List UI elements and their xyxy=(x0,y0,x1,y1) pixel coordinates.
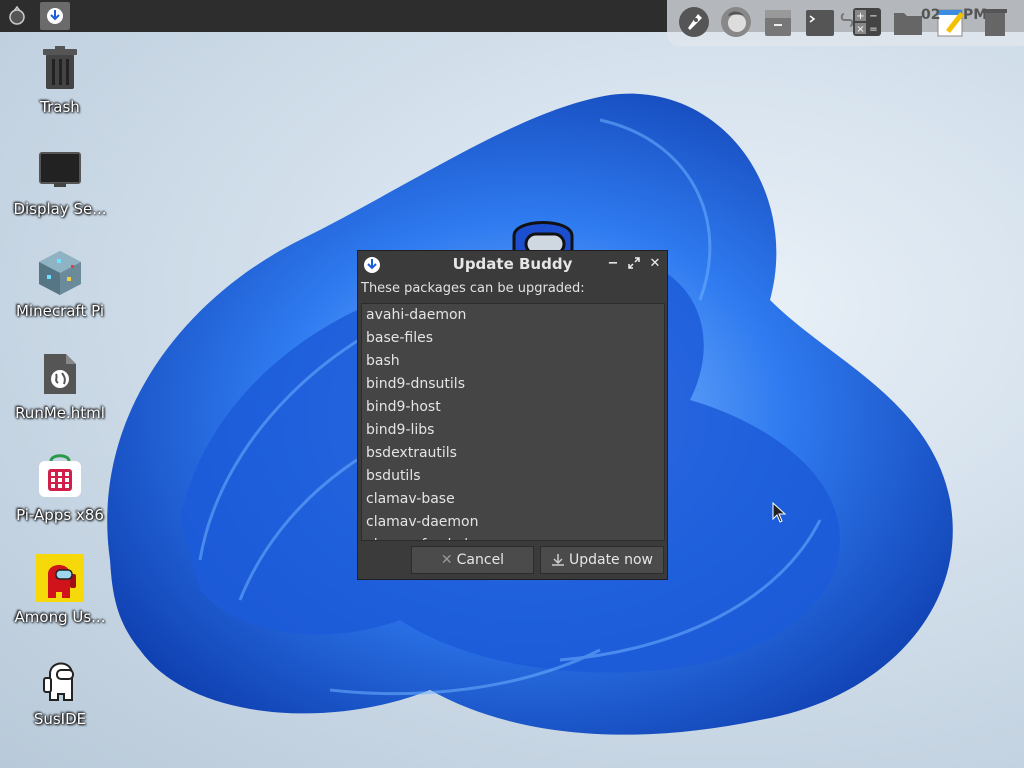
desktop-icon-label: Trash xyxy=(40,98,80,116)
dock-item-archive[interactable] xyxy=(760,4,796,40)
maximize-icon xyxy=(628,257,640,269)
folder-icon xyxy=(894,13,922,35)
dock-item-browser[interactable] xyxy=(718,4,754,40)
svg-text:=: = xyxy=(869,24,877,35)
firefox-icon xyxy=(721,7,751,37)
raspberry-menu-icon xyxy=(9,6,25,25)
desktop-icon-label: SusIDE xyxy=(33,710,87,728)
list-item[interactable]: bind9-host xyxy=(362,396,664,419)
dock: + − × = 02 PM xyxy=(667,0,1024,46)
dialog-prompt: These packages can be upgraded: xyxy=(361,281,585,296)
file-cabinet-icon xyxy=(765,10,791,36)
list-item[interactable]: bsdutils xyxy=(362,465,664,488)
dialog-titlebar[interactable]: Update Buddy − ✕ xyxy=(358,251,667,278)
list-item[interactable]: clamav-daemon xyxy=(362,511,664,534)
update-now-button[interactable]: Update now xyxy=(540,546,664,574)
dock-item-calculator[interactable]: + − × = xyxy=(851,4,883,40)
monitor-icon xyxy=(36,146,84,194)
update-now-label: Update now xyxy=(568,552,654,568)
desktop-icon-minecraft-pi[interactable]: Minecraft Pi xyxy=(4,248,116,320)
list-item[interactable]: bind9-libs xyxy=(362,419,664,442)
desktop-icon-trash[interactable]: Trash xyxy=(4,44,116,116)
pi-apps-icon xyxy=(36,452,84,500)
desktop-icon-label: Pi-Apps x86 xyxy=(16,506,104,524)
taskbar-update-buddy[interactable] xyxy=(40,2,70,30)
text-editor-icon xyxy=(937,9,964,37)
dock-item-launcher[interactable] xyxy=(676,4,712,40)
terminal-icon xyxy=(806,10,834,36)
rocket-icon xyxy=(679,7,709,37)
close-button[interactable]: ✕ xyxy=(648,257,662,271)
list-item[interactable]: bsdextrautils xyxy=(362,442,664,465)
minimize-button[interactable]: − xyxy=(606,257,620,271)
trash-icon xyxy=(983,9,1007,36)
cancel-button[interactable]: ✕ Cancel xyxy=(411,546,534,574)
close-icon: ✕ xyxy=(649,256,661,271)
desktop-icon-label: Display Se... xyxy=(13,200,107,218)
update-buddy-task-icon xyxy=(47,8,63,24)
desktop-icon-among-us[interactable]: Among Us... xyxy=(4,554,116,626)
trash-icon xyxy=(36,44,84,92)
svg-text:−: − xyxy=(869,11,877,22)
desktop-icon-label: Minecraft Pi xyxy=(15,302,104,320)
sus-ide-icon xyxy=(36,656,84,704)
minecraft-block-icon xyxy=(36,248,84,296)
cancel-label: Cancel xyxy=(456,552,505,568)
desktop-icon-label: Among Us... xyxy=(14,608,106,626)
minimize-icon: − xyxy=(607,256,619,271)
dock-item-trash[interactable] xyxy=(977,4,1013,40)
desktop-icon-pi-apps[interactable]: Pi-Apps x86 xyxy=(4,452,116,524)
list-item[interactable]: clamav-base xyxy=(362,488,664,511)
maximize-button[interactable] xyxy=(627,257,641,271)
cancel-icon: ✕ xyxy=(440,552,453,568)
menu-button[interactable] xyxy=(2,2,32,30)
mouse-cursor-icon xyxy=(772,502,787,523)
download-icon xyxy=(551,554,564,566)
dock-clock: 02 xyxy=(921,7,941,23)
html-file-icon xyxy=(36,350,84,398)
desktop-icon-label: RunMe.html xyxy=(15,404,105,422)
list-item[interactable]: bind9-dnsutils xyxy=(362,373,664,396)
dock-item-terminal[interactable] xyxy=(802,4,838,40)
list-item[interactable]: bash xyxy=(362,350,664,373)
among-us-figure xyxy=(512,221,574,254)
calculator-icon: + − × = xyxy=(853,8,881,36)
list-item[interactable]: base-files xyxy=(362,327,664,350)
list-item[interactable]: avahi-daemon xyxy=(362,304,664,327)
update-buddy-dialog: Update Buddy − ✕ These packages can be u… xyxy=(357,250,668,580)
desktop-icon-display-settings[interactable]: Display Se... xyxy=(4,146,116,218)
package-list[interactable]: avahi-daemon base-files bash bind9-dnsut… xyxy=(361,303,665,541)
svg-text:×: × xyxy=(856,24,864,35)
dialog-title: Update Buddy xyxy=(452,255,573,273)
desktop-icon-runme-html[interactable]: RunMe.html xyxy=(4,350,116,422)
svg-text:+: + xyxy=(856,11,864,22)
desktop-icon-suside[interactable]: SusIDE xyxy=(4,656,116,728)
among-us-icon xyxy=(36,554,84,602)
list-item[interactable]: clamav-freshclam xyxy=(362,534,664,540)
